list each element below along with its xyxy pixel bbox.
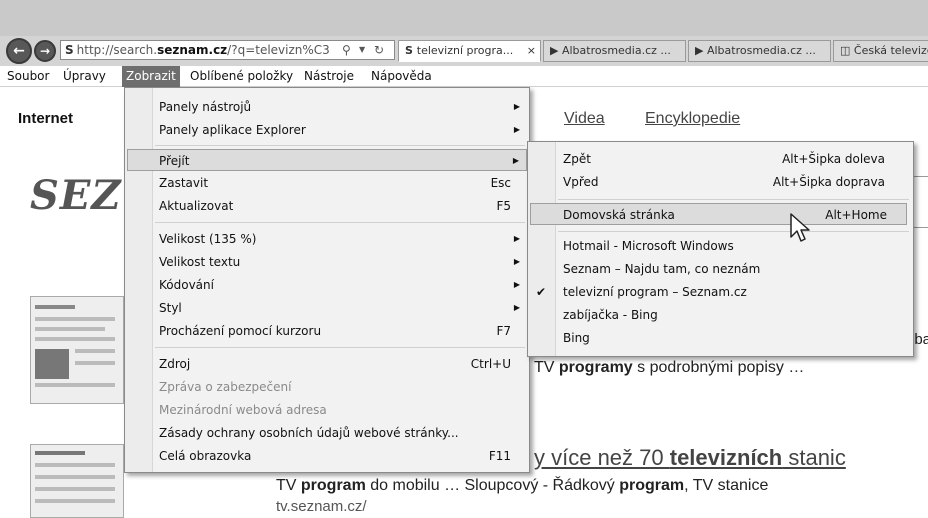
separator <box>558 231 909 232</box>
nav-encyklopedie-link[interactable]: Encyklopedie <box>645 110 740 128</box>
view-menu-refresh[interactable]: Aktualizovat F5 <box>125 195 529 217</box>
separator <box>155 222 525 223</box>
submenu-arrow-icon: ▶ <box>513 234 520 243</box>
tab-ct-icon: ◫ <box>840 44 854 57</box>
result1-snippet: TV programy s podrobnými popisy … <box>534 359 805 376</box>
view-menu-fullscreen[interactable]: Celá obrazovka F11 <box>125 445 529 467</box>
view-menu: Panely nástrojů ▶ Panely aplikace Explor… <box>124 87 530 473</box>
view-menu-goto[interactable]: Přejít ▶ <box>127 149 527 171</box>
result-thumbnail-2[interactable] <box>30 444 124 518</box>
view-menu-source[interactable]: Zdroj Ctrl+U <box>125 353 529 375</box>
goto-history-tv-program[interactable]: ✔ televizní program – Seznam.cz <box>528 281 913 303</box>
goto-back[interactable]: Zpět Alt+Šipka doleva <box>528 148 913 170</box>
tab-arrow-icon: ▶ <box>695 44 707 57</box>
menu-upravy[interactable]: Úpravy <box>59 66 110 87</box>
tab-ceska-televize[interactable]: ◫ Česká televize <box>833 40 928 62</box>
tab-close-icon[interactable]: × <box>527 41 536 61</box>
tab-label: Albatrosmedia.cz ... <box>561 44 671 57</box>
submenu-arrow-icon: ▶ <box>513 303 520 312</box>
separator <box>155 145 525 146</box>
view-menu-security-report: Zpráva o zabezpečení <box>159 380 292 394</box>
menu-napoveda[interactable]: Nápověda <box>367 66 436 87</box>
address-prefix: http://search. <box>76 43 158 57</box>
goto-forward[interactable]: Vpřed Alt+Šipka doprava <box>528 171 913 193</box>
submenu-arrow-icon: ▶ <box>513 125 520 134</box>
tab-albatros-2[interactable]: ▶ Albatrosmedia.cz ... <box>688 40 831 62</box>
mouse-pointer-icon <box>790 213 810 242</box>
internet-label: Internet <box>18 110 74 127</box>
back-arrow-icon[interactable]: ← <box>6 38 32 64</box>
view-menu-stop[interactable]: Zastavit Esc <box>125 172 529 194</box>
title-strip <box>0 0 928 36</box>
forward-arrow-icon[interactable]: → <box>34 40 56 62</box>
result-thumbnail-1[interactable] <box>30 296 124 404</box>
goto-history-zabijacka[interactable]: zabíjačka - Bing <box>528 304 913 326</box>
tab-label: Albatrosmedia.cz ... <box>706 44 816 57</box>
view-menu-caret-browsing[interactable]: Procházení pomocí kurzoru F7 <box>125 320 529 342</box>
tab-label: televizní progra... <box>416 44 514 57</box>
submenu-arrow-icon: ▶ <box>513 257 520 266</box>
goto-history-hotmail[interactable]: Hotmail - Microsoft Windows <box>528 235 913 257</box>
view-menu-style[interactable]: Styl ▶ <box>125 297 529 319</box>
tab-label: Česká televize <box>853 44 928 57</box>
goto-submenu: Zpět Alt+Šipka doleva Vpřed Alt+Šipka do… <box>527 141 914 357</box>
view-menu-toolbars[interactable]: Panely nástrojů ▶ <box>125 96 529 118</box>
separator <box>155 347 525 348</box>
view-menu-privacy-policy[interactable]: Zásady ochrany osobních údajů webové str… <box>125 422 529 444</box>
goto-home-page[interactable]: Domovská stránka Alt+Home <box>530 203 907 225</box>
menu-oblibene[interactable]: Oblíbené položky <box>186 66 297 87</box>
tab-active[interactable]: S televizní progra... × <box>398 40 541 62</box>
submenu-arrow-icon: ▶ <box>512 156 519 165</box>
tab-s-icon: S <box>405 44 417 57</box>
nav-videa-link[interactable]: Videa <box>564 110 605 128</box>
menu-nastroje[interactable]: Nástroje <box>300 66 358 87</box>
address-bar[interactable]: Shttp://search.seznam.cz/?q=televizn%C3 … <box>60 40 395 60</box>
tab-albatros-1[interactable]: ▶ Albatrosmedia.cz ... <box>543 40 686 62</box>
view-menu-explorer-bars[interactable]: Panely aplikace Explorer ▶ <box>125 119 529 141</box>
submenu-arrow-icon: ▶ <box>513 102 520 111</box>
refresh-icon[interactable]: ↻ <box>374 41 384 59</box>
menu-zobrazit[interactable]: Zobrazit <box>122 66 180 87</box>
result2-title-link[interactable]: y více než 70 televizních stanic <box>534 445 846 471</box>
search-icon[interactable]: ⚲ <box>342 41 351 59</box>
separator <box>558 199 909 200</box>
goto-history-seznam[interactable]: Seznam – Najdu tam, co neznám <box>528 258 913 280</box>
goto-history-bing[interactable]: Bing <box>528 327 913 349</box>
site-s-icon: S <box>65 43 74 57</box>
search-box[interactable] <box>913 176 928 228</box>
view-menu-intl-address: Mezinárodní webová adresa <box>159 403 327 417</box>
result2-url[interactable]: tv.seznam.cz/ <box>276 498 367 515</box>
menu-soubor[interactable]: Soubor <box>3 66 53 87</box>
seznam-logo[interactable]: SEZ <box>30 172 122 219</box>
view-menu-encoding[interactable]: Kódování ▶ <box>125 274 529 296</box>
checkmark-icon: ✔ <box>536 285 547 299</box>
address-rest: /?q=televizn%C3 <box>227 43 330 57</box>
view-menu-text-size[interactable]: Velikost textu ▶ <box>125 251 529 273</box>
submenu-arrow-icon: ▶ <box>513 280 520 289</box>
view-menu-zoom[interactable]: Velikost (135 %) ▶ <box>125 228 529 250</box>
dropdown-arrow-icon[interactable]: ▼ <box>359 41 365 59</box>
address-host: seznam.cz <box>157 43 228 57</box>
result2-snippet: TV program do mobilu … Sloupcový - Řádko… <box>276 477 769 494</box>
tab-arrow-icon: ▶ <box>550 44 562 57</box>
